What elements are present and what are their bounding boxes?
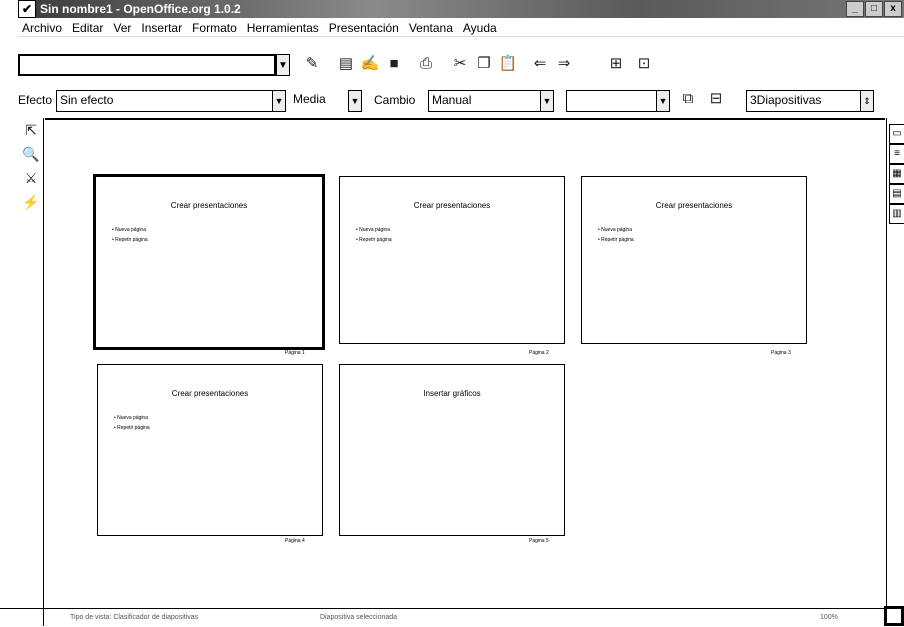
minimize-button[interactable]: _ xyxy=(846,1,864,17)
slide-sorter-toolbar: Efecto Sin efecto ▼ Media ▼ Cambio Manua… xyxy=(18,88,904,114)
slide-title: Crear presentaciones xyxy=(413,201,491,210)
speed-dropdown-button[interactable]: ▼ xyxy=(348,90,362,112)
timing-dropdown-button[interactable]: ▼ xyxy=(656,90,670,112)
size-grip-icon[interactable] xyxy=(884,606,904,626)
slide-label: Página 4 xyxy=(285,538,305,544)
slide-label: Página 5 xyxy=(529,538,549,544)
menu-presentacion[interactable]: Presentación xyxy=(329,21,399,35)
menu-ventana[interactable]: Ventana xyxy=(409,21,453,35)
slide-title: Crear presentaciones xyxy=(170,201,248,210)
print-icon[interactable]: ⎙ xyxy=(416,54,436,74)
main-toolbar: ⇱ 🔍 ⚔ ⚡ xyxy=(18,118,44,626)
slide-label: Página 1 xyxy=(285,350,305,356)
slide-bullets: Nueva página Repetir página xyxy=(598,225,634,245)
undo-icon[interactable]: ⇐ xyxy=(530,54,550,74)
speed-select[interactable]: Media xyxy=(290,90,351,110)
status-selection: Diapositiva seleccionada xyxy=(320,614,398,621)
redo-icon[interactable]: ⇒ xyxy=(554,54,574,74)
outline-view-tab[interactable]: ≡ xyxy=(889,144,904,164)
slide-show-icon[interactable]: ⊟ xyxy=(706,89,726,109)
copy-icon[interactable]: ❐ xyxy=(474,54,494,74)
system-menu-icon[interactable]: ✔ xyxy=(18,0,36,18)
status-zoom[interactable]: 100% xyxy=(820,609,838,627)
status-bar: Tipo de vista: Clasificador de diapositi… xyxy=(0,608,904,626)
rehearse-timings-icon[interactable]: ⧉ xyxy=(678,89,698,109)
open-icon[interactable]: ▤ xyxy=(336,54,356,74)
slide-label: Página 2 xyxy=(529,350,549,356)
save-icon[interactable]: ■ xyxy=(384,54,404,74)
window-title: Sin nombre1 - OpenOffice.org 1.0.2 xyxy=(40,2,241,16)
status-view-type: Tipo de vista: Clasificador de diapositi… xyxy=(70,614,199,621)
handout-view-tab[interactable]: ▥ xyxy=(889,204,904,224)
slide-thumbnail-4[interactable]: Crear presentaciones Nueva página Repeti… xyxy=(97,364,323,536)
slide-title: Crear presentaciones xyxy=(655,201,733,210)
slide-sorter-area: Crear presentaciones Nueva página Repeti… xyxy=(45,118,885,608)
zoom-icon[interactable]: 🔍 xyxy=(21,144,41,164)
slide-title: Insertar gráficos xyxy=(423,389,481,398)
drawing-view-tab[interactable]: ▭ xyxy=(889,124,904,144)
slide-sorter-view-tab[interactable]: ▦ xyxy=(889,164,904,184)
cut-icon[interactable]: ✂ xyxy=(450,54,470,74)
title-bar: ✔ Sin nombre1 - OpenOffice.org 1.0.2 _ □… xyxy=(18,0,904,18)
slide-thumbnail-3[interactable]: Crear presentaciones Nueva página Repeti… xyxy=(581,176,807,344)
menu-herramientas[interactable]: Herramientas xyxy=(247,21,319,35)
change-label: Cambio xyxy=(374,93,416,107)
close-button[interactable]: x xyxy=(884,1,902,17)
view-switcher-bar: ▭ ≡ ▦ ▤ ▥ xyxy=(886,118,904,626)
slide-bullets: Nueva página Repetir página xyxy=(112,225,148,245)
paste-icon[interactable]: 📋 xyxy=(498,54,518,74)
slide-bullets: Nueva página Repetir página xyxy=(114,413,150,433)
gallery-icon[interactable]: ⊡ xyxy=(634,54,654,74)
edit-file-icon[interactable]: ✍ xyxy=(360,54,380,74)
slide-thumbnail-1[interactable]: Crear presentaciones Nueva página Repeti… xyxy=(93,174,325,350)
menu-formato[interactable]: Formato xyxy=(192,21,237,35)
effect-label: Efecto xyxy=(18,93,53,107)
effect-dropdown-button[interactable]: ▼ xyxy=(272,90,286,112)
new-icon[interactable]: ✎ xyxy=(302,54,322,74)
slide-title: Crear presentaciones xyxy=(171,389,249,398)
notes-view-tab[interactable]: ▤ xyxy=(889,184,904,204)
timing-input[interactable] xyxy=(566,90,661,112)
maximize-button[interactable]: □ xyxy=(865,1,883,17)
function-toolbar: ▼ ✎ ▤ ✍ ■ ⎙ ✂ ❐ 📋 ⇐ ⇒ ⊞ ⊡ xyxy=(18,52,904,80)
slides-per-row-spin[interactable]: ⇕ xyxy=(860,90,874,112)
effect-select[interactable]: Sin efecto xyxy=(56,90,277,112)
menu-insertar[interactable]: Insertar xyxy=(141,21,182,35)
change-select[interactable]: Manual xyxy=(428,90,545,112)
menu-editar[interactable]: Editar xyxy=(72,21,103,35)
menu-ayuda[interactable]: Ayuda xyxy=(463,21,497,35)
menu-ver[interactable]: Ver xyxy=(113,21,131,35)
slide-label: Página 3 xyxy=(771,350,791,356)
select-arrow-icon[interactable]: ⇱ xyxy=(21,120,41,140)
slide-bullets: Nueva página Repetir página xyxy=(356,225,392,245)
menu-bar: Archivo Editar Ver Insertar Formato Herr… xyxy=(18,19,904,37)
url-dropdown-button[interactable]: ▼ xyxy=(276,54,290,76)
interaction-icon[interactable]: ⚡ xyxy=(21,192,41,212)
navigator-icon[interactable]: ⊞ xyxy=(606,54,626,74)
effects-icon[interactable]: ⚔ xyxy=(21,168,41,188)
slide-thumbnail-5[interactable]: Insertar gráficos xyxy=(339,364,565,536)
change-dropdown-button[interactable]: ▼ xyxy=(540,90,554,112)
url-input[interactable] xyxy=(18,54,276,76)
slide-thumbnail-2[interactable]: Crear presentaciones Nueva página Repeti… xyxy=(339,176,565,344)
slides-per-row-select[interactable]: 3Diapositivas xyxy=(746,90,863,112)
menu-archivo[interactable]: Archivo xyxy=(22,21,62,35)
